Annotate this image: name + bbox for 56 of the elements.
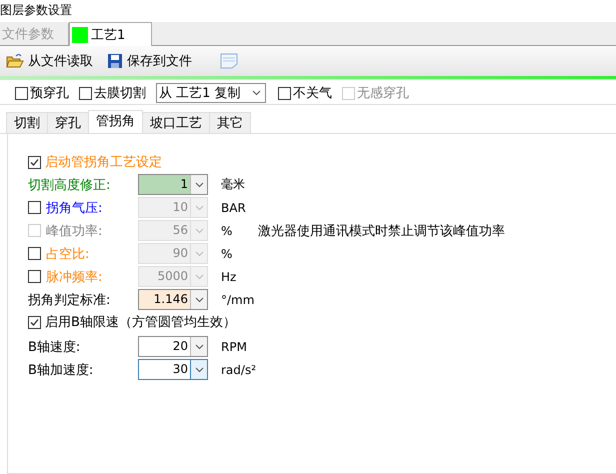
tab[interactable]: 其它 <box>209 112 251 133</box>
unit-label: BAR <box>221 200 247 214</box>
window-title: 图层参数设置 <box>0 2 73 19</box>
checkbox[interactable] <box>28 156 41 168</box>
tab[interactable]: 穿孔 <box>47 112 89 133</box>
field-label: 切割高度修正: <box>28 176 110 194</box>
unit-label: 毫米 <box>221 176 246 193</box>
checkbox[interactable] <box>28 316 41 328</box>
copy-dropdown[interactable]: 从 工艺1 复制 <box>156 83 266 103</box>
chevron-icon <box>194 296 204 302</box>
unit-label: Hz <box>221 270 238 284</box>
field-label: B轴加速度: <box>28 362 94 378</box>
unit-label: RPM <box>221 340 248 354</box>
chevron-icon <box>194 182 204 188</box>
checkbox-label: 启用B轴限速（方管圆管均生效） <box>45 314 236 331</box>
checkbox[interactable] <box>79 86 92 100</box>
unit-label: % <box>221 224 234 238</box>
number-field[interactable]: 1.146 <box>138 289 208 310</box>
field-label: 拐角判定标准: <box>28 292 110 308</box>
toolbar-button[interactable]: 从文件读取 <box>4 49 95 73</box>
chevron-icon <box>194 344 204 350</box>
floppy-icon <box>107 53 123 69</box>
unit-label: % <box>221 246 234 260</box>
note-text: 激光器使用通讯模式时禁止调节该峰值功率 <box>258 222 505 240</box>
number-field[interactable]: 30 <box>138 359 208 380</box>
checkbox-label: 去膜切割 <box>94 85 146 102</box>
note-icon <box>220 53 238 69</box>
unit-label: °/mm <box>221 292 256 306</box>
checkbox[interactable] <box>278 86 291 100</box>
checkbox-label: 不关气 <box>293 85 332 102</box>
checkbox-label: 无感穿孔 <box>357 85 409 102</box>
chevron-icon <box>194 250 204 256</box>
checkbox-label: 预穿孔 <box>30 85 69 102</box>
field-label: B轴速度: <box>28 338 80 356</box>
folder-icon <box>6 53 24 69</box>
chevron-icon <box>252 90 261 96</box>
field-label: 脉冲频率: <box>46 268 102 286</box>
chevron-icon <box>194 228 204 234</box>
unit-label: rad/s² <box>221 362 258 376</box>
number-field[interactable]: 20 <box>138 336 208 357</box>
toolbar-button[interactable]: 保存到文件 <box>105 49 194 73</box>
chevron-icon <box>194 366 204 372</box>
checkbox-label: 启动管拐角工艺设定 <box>45 154 162 171</box>
checkbox[interactable] <box>28 247 41 260</box>
checkbox[interactable] <box>15 86 28 100</box>
chevron-icon <box>194 204 204 210</box>
field-label: 峰值功率: <box>46 222 102 240</box>
checkbox[interactable] <box>28 270 41 283</box>
tab[interactable]: 坡口工艺 <box>142 112 210 133</box>
checkbox[interactable] <box>28 201 41 214</box>
field-label: 拐角气压: <box>46 200 102 216</box>
tab[interactable]: 切割 <box>6 112 48 133</box>
number-field[interactable]: 1 <box>138 174 208 195</box>
chevron-icon <box>194 274 204 280</box>
document-tab[interactable]: 工艺1 <box>69 22 152 46</box>
field-label: 占空比: <box>46 246 90 262</box>
